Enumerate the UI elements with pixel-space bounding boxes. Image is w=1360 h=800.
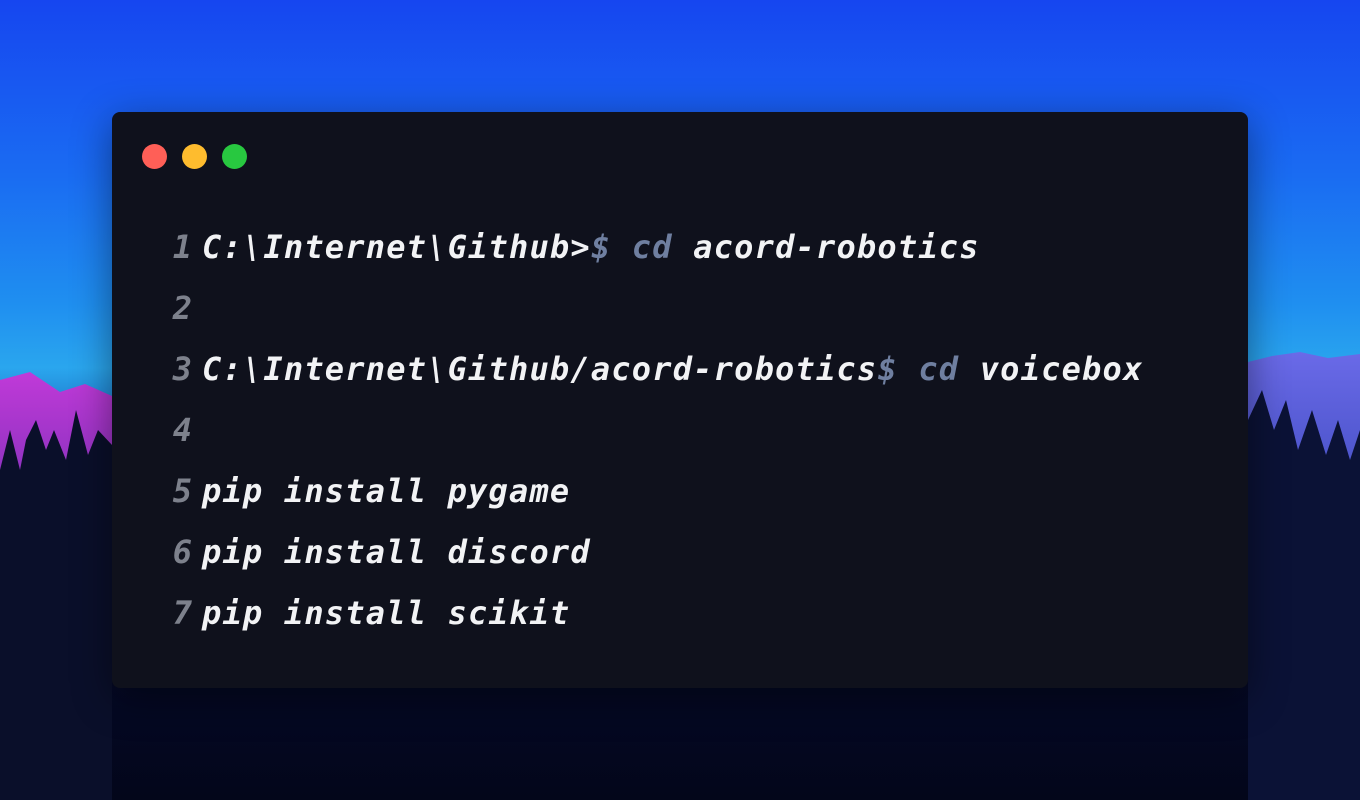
command-argument: voicebox xyxy=(979,349,1144,388)
prompt-symbol: $ xyxy=(590,227,612,266)
command-keyword: cd xyxy=(918,349,960,388)
line-number: 2 xyxy=(172,288,194,327)
window-controls xyxy=(142,144,247,169)
maximize-icon[interactable] xyxy=(222,144,247,169)
terminal-window: 1 C:\Internet\Github> $ cd acord-robotics … xyxy=(112,112,1248,688)
right-forest xyxy=(1248,390,1360,800)
command-text: pip install discord xyxy=(202,532,591,571)
line-number: 7 xyxy=(172,593,194,632)
command-argument: acord-robotics xyxy=(693,227,980,266)
left-forest xyxy=(0,410,112,800)
close-icon[interactable] xyxy=(142,144,167,169)
prompt-symbol: $ xyxy=(877,349,898,388)
command-keyword: cd xyxy=(631,227,673,266)
code-line: 3 C:\Internet\Github/acord-robotics $ cd v… xyxy=(164,338,1228,399)
line-number: 3 xyxy=(172,349,194,388)
line-number: 4 xyxy=(172,410,194,449)
code-line: 4 xyxy=(164,399,1228,460)
minimize-icon[interactable] xyxy=(182,144,207,169)
code-block: 1 C:\Internet\Github> $ cd acord-robotics … xyxy=(164,216,1228,643)
line-number: 1 xyxy=(172,227,194,266)
command-text: pip install scikit xyxy=(202,593,571,632)
code-line: 5 pip install pygame xyxy=(164,460,1228,521)
code-line: 7 pip install scikit xyxy=(164,582,1228,643)
code-line: 6 pip install discord xyxy=(164,521,1228,582)
code-line: 1 C:\Internet\Github> $ cd acord-robotics xyxy=(164,216,1228,277)
command-text: pip install pygame xyxy=(202,471,571,510)
prompt-path: C:\Internet\Github/acord-robotics xyxy=(202,349,878,388)
line-number: 6 xyxy=(172,532,194,571)
prompt-path: C:\Internet\Github> xyxy=(202,227,591,266)
code-line: 2 xyxy=(164,277,1228,338)
line-number: 5 xyxy=(172,471,194,510)
